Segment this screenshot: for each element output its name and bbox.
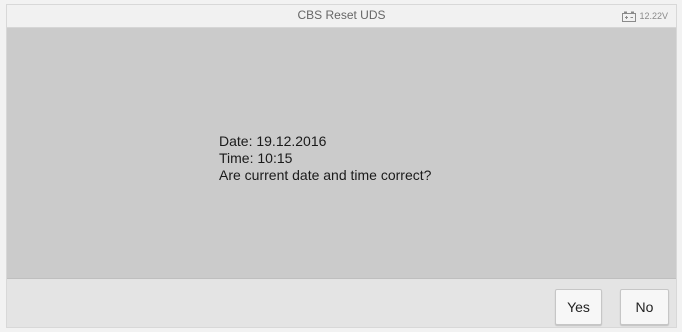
dialog-window: CBS Reset UDS 12.22V Date: 19.12.2016 Ti… bbox=[6, 4, 677, 328]
button-bar: Yes No bbox=[7, 278, 676, 327]
message-area: Date: 19.12.2016 Time: 10:15 Are current… bbox=[7, 28, 676, 278]
battery-voltage: 12.22V bbox=[639, 11, 668, 21]
confirm-question: Are current date and time correct? bbox=[219, 167, 432, 183]
date-line: Date: 19.12.2016 bbox=[219, 133, 327, 149]
window-title: CBS Reset UDS bbox=[297, 8, 386, 22]
message-text: Date: 19.12.2016 Time: 10:15 Are current… bbox=[219, 133, 431, 184]
yes-button[interactable]: Yes bbox=[555, 289, 602, 325]
battery-status: 12.22V bbox=[622, 9, 668, 23]
time-line: Time: 10:15 bbox=[219, 150, 293, 166]
title-bar: CBS Reset UDS 12.22V bbox=[7, 5, 676, 28]
no-button[interactable]: No bbox=[620, 289, 669, 325]
battery-icon bbox=[622, 11, 637, 22]
